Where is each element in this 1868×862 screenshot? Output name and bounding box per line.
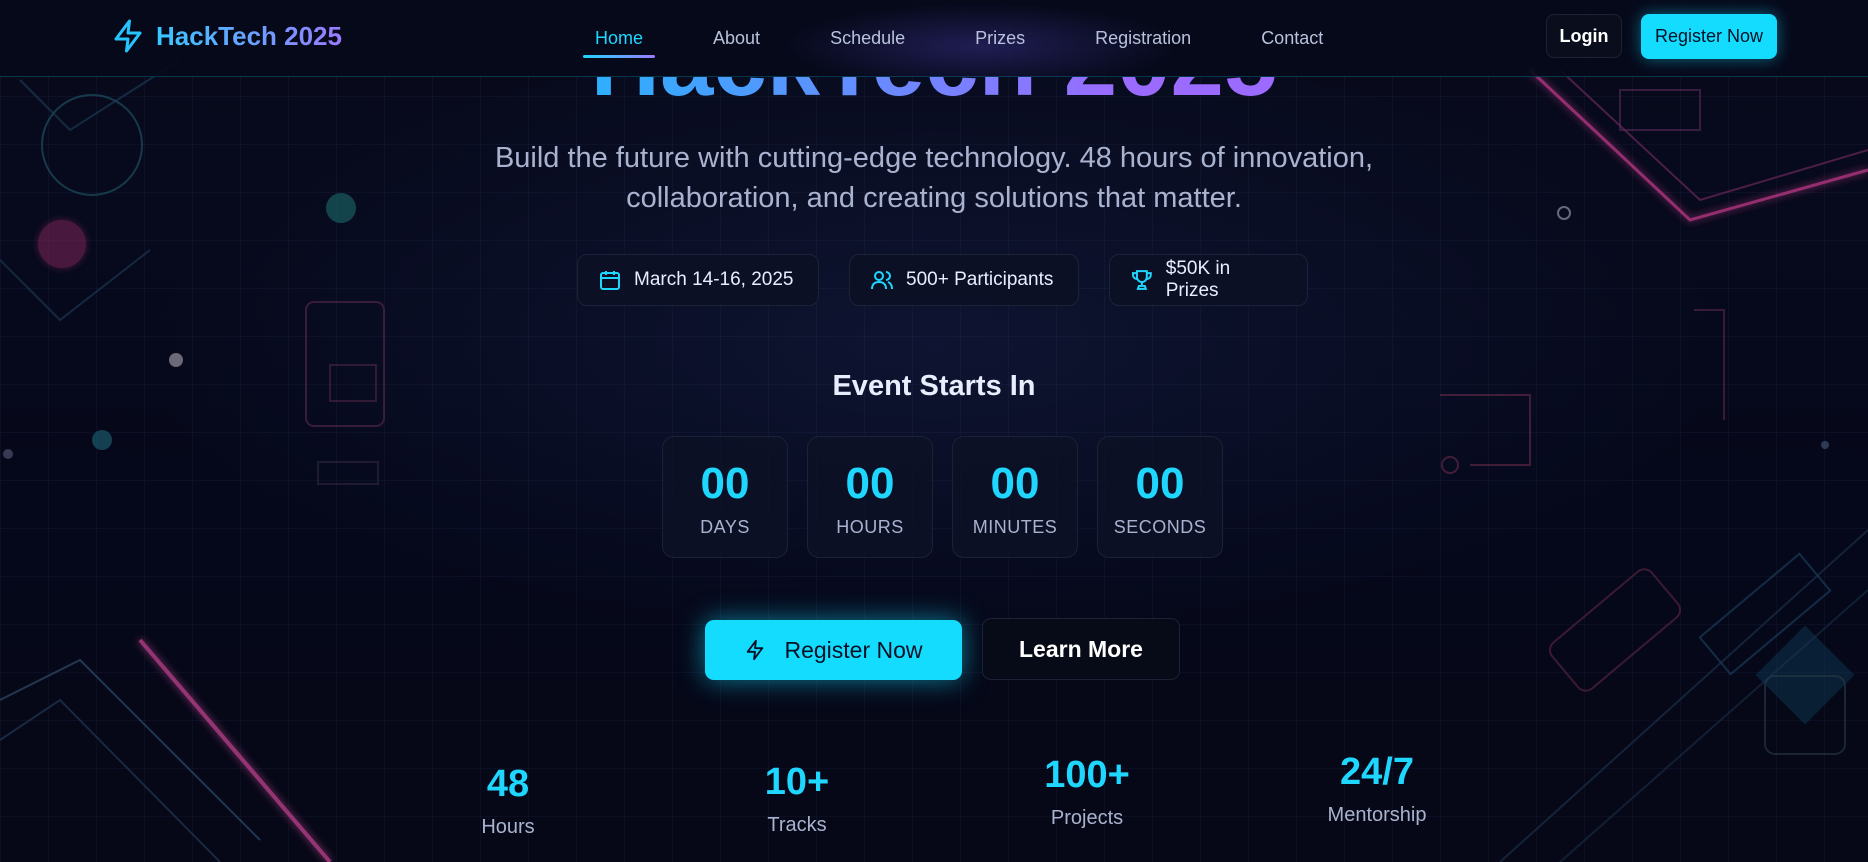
- prizes-pill: $50K in Prizes: [1109, 254, 1308, 306]
- nav-link-home[interactable]: Home: [560, 0, 678, 77]
- participants-text: 500+ Participants: [906, 269, 1054, 290]
- countdown-seconds: 00 SECONDS: [1097, 436, 1223, 558]
- navbar: HackTech 2025 Home About Schedule Prizes…: [0, 0, 1868, 77]
- stat-tracks: 10+ Tracks: [697, 761, 897, 837]
- register-now-button[interactable]: Register Now: [705, 620, 962, 680]
- hero-subtitle-line2: collaboration, and creating solutions th…: [626, 182, 1242, 214]
- stat-value: 48: [486, 763, 530, 805]
- stat-label: Mentorship: [1327, 804, 1427, 826]
- users-icon: [871, 271, 893, 290]
- countdown-hours: 00 HOURS: [807, 436, 933, 558]
- learn-more-button[interactable]: Learn More: [982, 618, 1180, 680]
- stat-hours: 48 Hours: [408, 763, 608, 839]
- date-text: March 14-16, 2025: [634, 269, 794, 290]
- nav-register-button[interactable]: Register Now: [1641, 14, 1777, 59]
- stat-mentorship: 24/7 Mentorship: [1277, 751, 1477, 827]
- countdown-minutes: 00 MINUTES: [952, 436, 1078, 558]
- nav-link-prizes[interactable]: Prizes: [940, 0, 1060, 77]
- page: HackTech 2025 HackTech 2025 Home About S…: [0, 0, 1868, 862]
- nav-link-contact[interactable]: Contact: [1226, 0, 1358, 77]
- brand-name: HackTech 2025: [156, 20, 342, 51]
- brand-logo[interactable]: HackTech 2025: [110, 18, 342, 54]
- stat-value: 24/7: [1340, 751, 1414, 793]
- countdown-label: SECONDS: [1113, 517, 1207, 537]
- hero-subtitle-line1: Build the future with cutting-edge techn…: [494, 142, 1374, 174]
- login-button[interactable]: Login: [1546, 14, 1622, 58]
- date-pill: March 14-16, 2025: [577, 254, 819, 306]
- countdown-days: 00 DAYS: [662, 436, 788, 558]
- countdown-title: Event Starts In: [832, 370, 1036, 402]
- grid-background: [0, 0, 1868, 862]
- register-now-label: Register Now: [784, 636, 923, 663]
- lightning-icon: [747, 639, 764, 661]
- participants-pill: 500+ Participants: [849, 254, 1079, 306]
- countdown-label: HOURS: [836, 517, 904, 537]
- countdown-value: 00: [990, 459, 1040, 508]
- prizes-text: $50K in Prizes: [1165, 258, 1231, 301]
- countdown-label: DAYS: [700, 517, 750, 537]
- trophy-icon: [1131, 270, 1152, 290]
- stat-value: 10+: [764, 761, 830, 803]
- nav-link-about[interactable]: About: [678, 0, 795, 77]
- nav-link-registration[interactable]: Registration: [1060, 0, 1226, 77]
- countdown-value: 00: [845, 459, 895, 508]
- lightning-icon: [114, 19, 142, 53]
- hero-subtitle: Build the future with cutting-edge techn…: [434, 138, 1434, 218]
- stat-label: Projects: [1050, 807, 1124, 829]
- stat-projects: 100+ Projects: [987, 754, 1187, 830]
- nav-link-schedule[interactable]: Schedule: [795, 0, 940, 77]
- nav-links: Home About Schedule Prizes Registration …: [560, 0, 1358, 77]
- stat-value: 100+: [1044, 754, 1130, 796]
- stat-label: Tracks: [767, 814, 827, 836]
- countdown-label: MINUTES: [972, 517, 1058, 537]
- calendar-icon: [600, 271, 620, 290]
- countdown-value: 00: [1135, 459, 1185, 508]
- countdown-value: 00: [700, 459, 750, 508]
- stat-label: Hours: [481, 816, 535, 838]
